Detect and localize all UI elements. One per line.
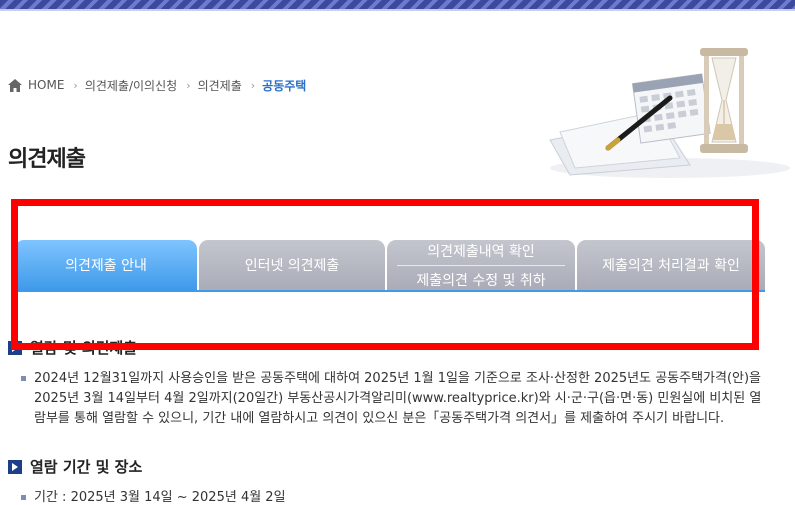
section-heading: 열람 기간 및 장소 xyxy=(8,456,142,477)
period-text: 기간 : 2025년 3월 14일 ~ 2025년 4월 2일 xyxy=(34,490,286,505)
home-icon[interactable] xyxy=(8,78,22,92)
breadcrumb-opinion-submit[interactable]: 의견제출 xyxy=(198,77,242,94)
breadcrumb: HOME › 의견제출/이의신청 › 의견제출 › 공동주택 xyxy=(8,76,306,94)
tab-label-line2: 제출의견 수정 및 취하 xyxy=(416,272,546,289)
breadcrumb-current: 공동주택 xyxy=(262,78,307,93)
arrow-right-square-icon xyxy=(8,459,22,474)
bullet-icon xyxy=(21,495,26,500)
tab-internet-submit[interactable]: 인터넷 의견제출 xyxy=(199,240,385,290)
top-bar-shadow xyxy=(0,9,795,11)
chevron-right-icon: › xyxy=(73,78,78,92)
bullet-icon xyxy=(21,376,26,381)
tab-processing-result[interactable]: 제출의견 처리결과 확인 xyxy=(577,240,765,290)
section-title-text: 열람 기간 및 장소 xyxy=(30,458,143,476)
tab-label: 제출의견 처리결과 확인 xyxy=(602,258,740,274)
section-title-text: 열람 및 의견제출 xyxy=(30,339,138,357)
calendar-hourglass-illustration xyxy=(549,48,790,178)
tab-label: 인터넷 의견제출 xyxy=(244,258,340,274)
top-decorative-bar xyxy=(0,0,795,9)
tab-check-modify-withdraw[interactable]: 의견제출내역 확인 제출의견 수정 및 취하 xyxy=(387,240,575,290)
tab-opinion-guide[interactable]: 의견제출 안내 xyxy=(15,240,197,290)
tab-label: 의견제출 안내 xyxy=(65,258,147,274)
tab-label-line1: 의견제출내역 확인 xyxy=(397,241,565,266)
arrow-right-square-icon xyxy=(8,340,22,355)
page-title: 의견제출 xyxy=(8,147,86,172)
period-line: 기간 : 2025년 3월 14일 ~ 2025년 4월 2일 xyxy=(21,486,286,505)
tab-bar: 의견제출 안내 인터넷 의견제출 의견제출내역 확인 제출의견 수정 및 취하 … xyxy=(15,240,765,292)
paragraph-text: 2024년 12월31일까지 사용승인을 받은 공동주택에 대하여 2025년 … xyxy=(34,371,762,426)
tab-underline xyxy=(15,290,765,292)
section-paragraph: 2024년 12월31일까지 사용승인을 받은 공동주택에 대하여 2025년 … xyxy=(21,369,771,429)
chevron-right-icon: › xyxy=(250,78,256,92)
breadcrumb-home-link[interactable]: HOME xyxy=(28,78,64,92)
section-heading: 열람 및 의견제출 xyxy=(8,337,137,358)
chevron-right-icon: › xyxy=(186,78,191,92)
breadcrumb-opinion-objection[interactable]: 의견제출/이의신청 xyxy=(85,77,177,94)
